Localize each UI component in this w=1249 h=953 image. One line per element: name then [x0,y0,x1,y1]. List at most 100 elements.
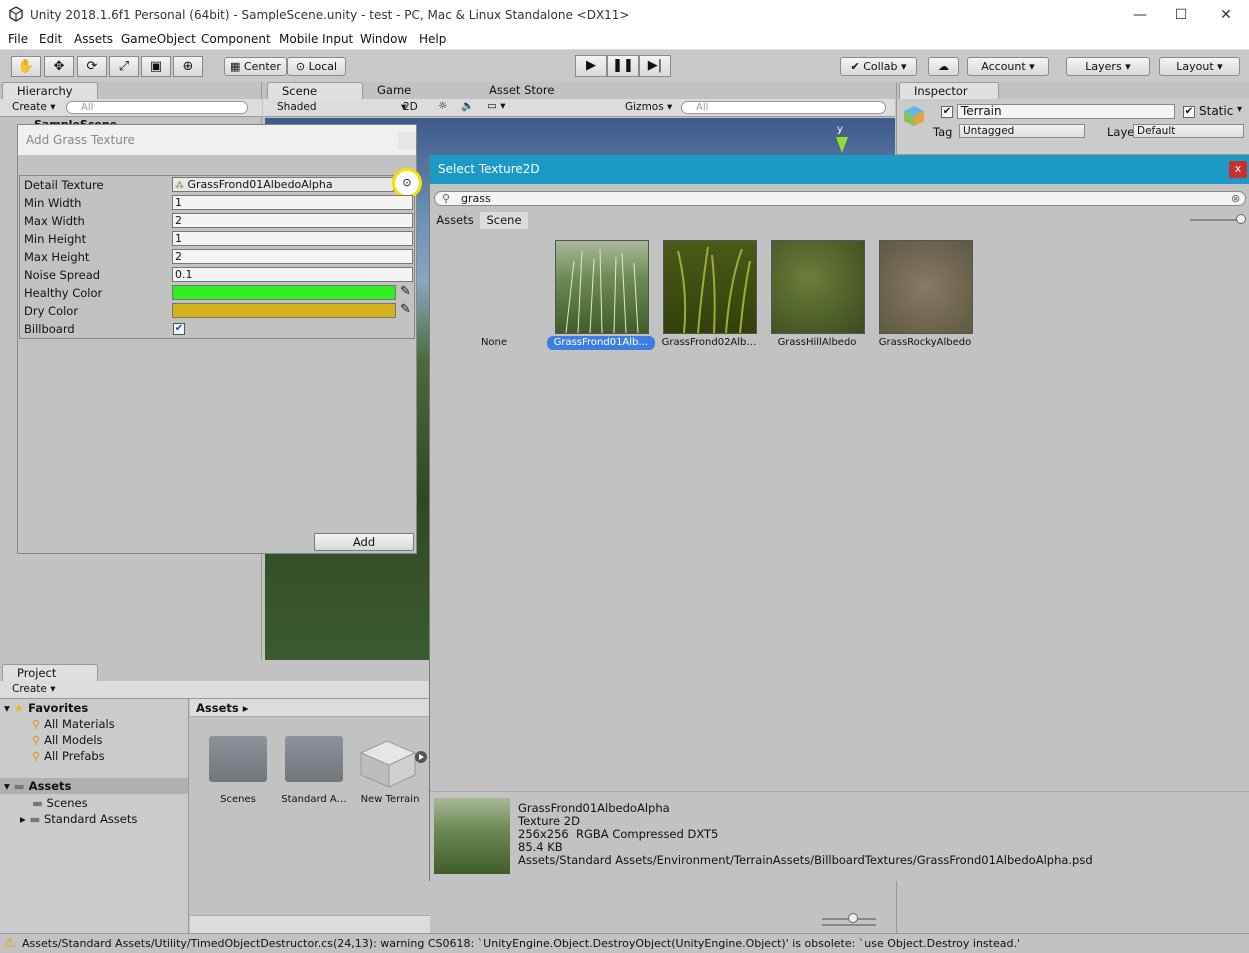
mode-2d-button[interactable]: 2D [403,101,418,115]
layout-dropdown[interactable]: Layout ▾ [1159,57,1240,76]
project-breadcrumb[interactable]: Assets ▸ [190,699,430,717]
cloud-icon[interactable]: ☁ [928,57,959,76]
gizmos-dropdown[interactable]: Gizmos ▾ [625,101,672,115]
move-tool-icon[interactable]: ✥ [44,56,74,77]
grass-frond-01-thumbnail[interactable] [555,240,649,334]
menu-mobile-input[interactable]: Mobile Input [279,32,353,46]
favorite-all-prefabs[interactable]: ⚲ All Prefabs [32,749,105,763]
dialog-close-button[interactable] [398,132,416,150]
account-dropdown[interactable]: Account ▾ [967,57,1049,76]
active-checkbox[interactable]: ✔ [941,106,953,118]
thumbnail-size-slider[interactable] [1190,219,1240,221]
scale-tool-icon[interactable]: ⤢ [109,56,139,77]
add-button[interactable]: Add [314,533,414,551]
healthy-color-swatch[interactable] [172,285,396,300]
texture-item-grass-frond-02[interactable]: GrassFrond02Alb… [655,336,763,350]
favorites-header[interactable]: ▾ ★ Favorites [4,701,88,715]
object-name-field[interactable]: Terrain [957,104,1175,119]
project-create-button[interactable]: Create ▾ [12,683,56,697]
pivot-local-button[interactable]: ⊙ Local [287,57,346,76]
grass-frond-02-thumbnail[interactable] [663,240,757,334]
step-button[interactable]: ▶| [639,55,671,77]
tree-folder-standard-assets[interactable]: ▸ ▬ Standard Assets [20,812,137,826]
menu-assets[interactable]: Assets [74,32,113,46]
favorite-all-materials[interactable]: ⚲ All Materials [32,717,115,731]
grass-hill-thumbnail[interactable] [771,240,865,334]
grid-item-standard-assets[interactable]: Standard A… [276,794,352,805]
zoom-slider[interactable] [822,924,876,926]
pivot-center-button[interactable]: ▦ Center [224,57,287,76]
folder-icon[interactable] [285,736,343,782]
add-grass-texture-dialog: Add Grass Texture Detail Texture ⁂ Grass… [17,124,422,554]
texture-item-grass-rocky[interactable]: GrassRockyAlbedo [871,336,979,350]
tree-folder-scenes[interactable]: ▬ Scenes [32,796,88,810]
min-width-field[interactable]: 1 [172,195,413,210]
texture-search-input[interactable]: grass [434,191,1246,206]
billboard-checkbox[interactable]: ✔ [173,323,185,335]
layers-dropdown[interactable]: Layers ▾ [1066,57,1150,76]
menu-file[interactable]: File [8,32,28,46]
detail-texture-field[interactable]: ⁂ GrassFrond01AlbedoAlpha [172,177,394,192]
hand-tool-icon[interactable]: ✋ [11,56,41,77]
terrain-asset-icon[interactable] [357,731,427,789]
tab-project[interactable]: Project [2,664,98,681]
clear-search-icon[interactable]: ⊗ [1231,192,1240,205]
pause-button[interactable]: ❚❚ [607,55,639,77]
tab-scene-objects[interactable]: Scene [480,212,528,229]
minimize-button[interactable]: — [1117,2,1163,28]
assets-tree-root[interactable]: ▾ ▬ Assets [0,778,188,794]
rotate-tool-icon[interactable]: ⟳ [77,56,107,77]
tab-game[interactable]: Game [363,82,453,99]
texture-item-none[interactable]: None [440,336,548,350]
menu-gameobject[interactable]: GameObject [121,32,196,46]
shading-mode-dropdown[interactable]: Shaded [277,101,317,115]
texture-item-grass-hill[interactable]: GrassHillAlbedo [763,336,871,350]
scene-audio-icon[interactable]: 🔈 [461,100,474,114]
static-dropdown-arrow-icon[interactable]: ▾ [1237,104,1242,115]
tab-scene[interactable]: Scene [267,82,363,99]
max-width-label: Max Width [24,214,85,228]
tab-asset-store[interactable]: Asset Store [475,82,575,99]
dry-color-swatch[interactable] [172,303,396,318]
hierarchy-create-button[interactable]: Create ▾ [12,101,56,115]
max-width-field[interactable]: 2 [172,213,413,228]
maximize-button[interactable]: ☐ [1158,2,1204,28]
layer-dropdown[interactable]: Default [1133,124,1244,138]
close-window-button[interactable]: ✕ [1203,2,1249,28]
status-bar[interactable]: ⚠ Assets/Standard Assets/Utility/TimedOb… [0,933,1249,953]
eyedropper-icon[interactable]: ✎ [400,302,411,317]
rect-tool-icon[interactable]: ▣ [141,56,171,77]
scene-search-input[interactable]: All [681,101,886,114]
scene-gizmo-cone-icon[interactable] [835,136,849,154]
tab-inspector[interactable]: Inspector [899,82,999,99]
grid-item-new-terrain[interactable]: New Terrain [352,794,428,805]
favorites-label: Favorites [28,701,89,715]
noise-spread-field[interactable]: 0.1 [172,267,413,282]
scene-effects-icon[interactable]: ▭ ▾ [487,100,506,114]
tab-hierarchy[interactable]: Hierarchy [2,82,98,99]
menu-component[interactable]: Component [201,32,271,46]
hierarchy-search-input[interactable]: All [66,101,248,114]
collab-dropdown[interactable]: ✔ Collab ▾ [840,57,917,76]
min-height-field[interactable]: 1 [172,231,413,246]
tab-assets[interactable]: Assets [431,212,479,229]
tag-dropdown[interactable]: Untagged [959,124,1085,138]
max-height-field[interactable]: 2 [172,249,413,264]
grass-rocky-thumbnail[interactable] [879,240,973,334]
scene-lighting-icon[interactable]: ☼ [438,100,447,114]
menu-help[interactable]: Help [419,32,446,46]
menu-edit[interactable]: Edit [39,32,62,46]
grid-item-scenes[interactable]: Scenes [200,794,276,805]
texture-item-grass-frond-01[interactable]: GrassFrond01Alb… [547,336,655,350]
favorite-all-models[interactable]: ⚲ All Models [32,733,103,747]
static-checkbox[interactable]: ✔ [1183,106,1195,118]
transform-tool-icon[interactable]: ⊕ [173,56,203,77]
project-tab-label: Project [17,666,57,680]
folder-icon[interactable] [209,736,267,782]
project-zoom-slider-thumb[interactable] [848,913,858,923]
eyedropper-icon[interactable]: ✎ [400,284,411,299]
menu-window[interactable]: Window [360,32,407,46]
select-texture-close-button[interactable]: x [1229,161,1247,178]
thumbnail-size-slider-thumb[interactable] [1236,214,1246,224]
play-button[interactable]: ▶ [575,55,607,77]
